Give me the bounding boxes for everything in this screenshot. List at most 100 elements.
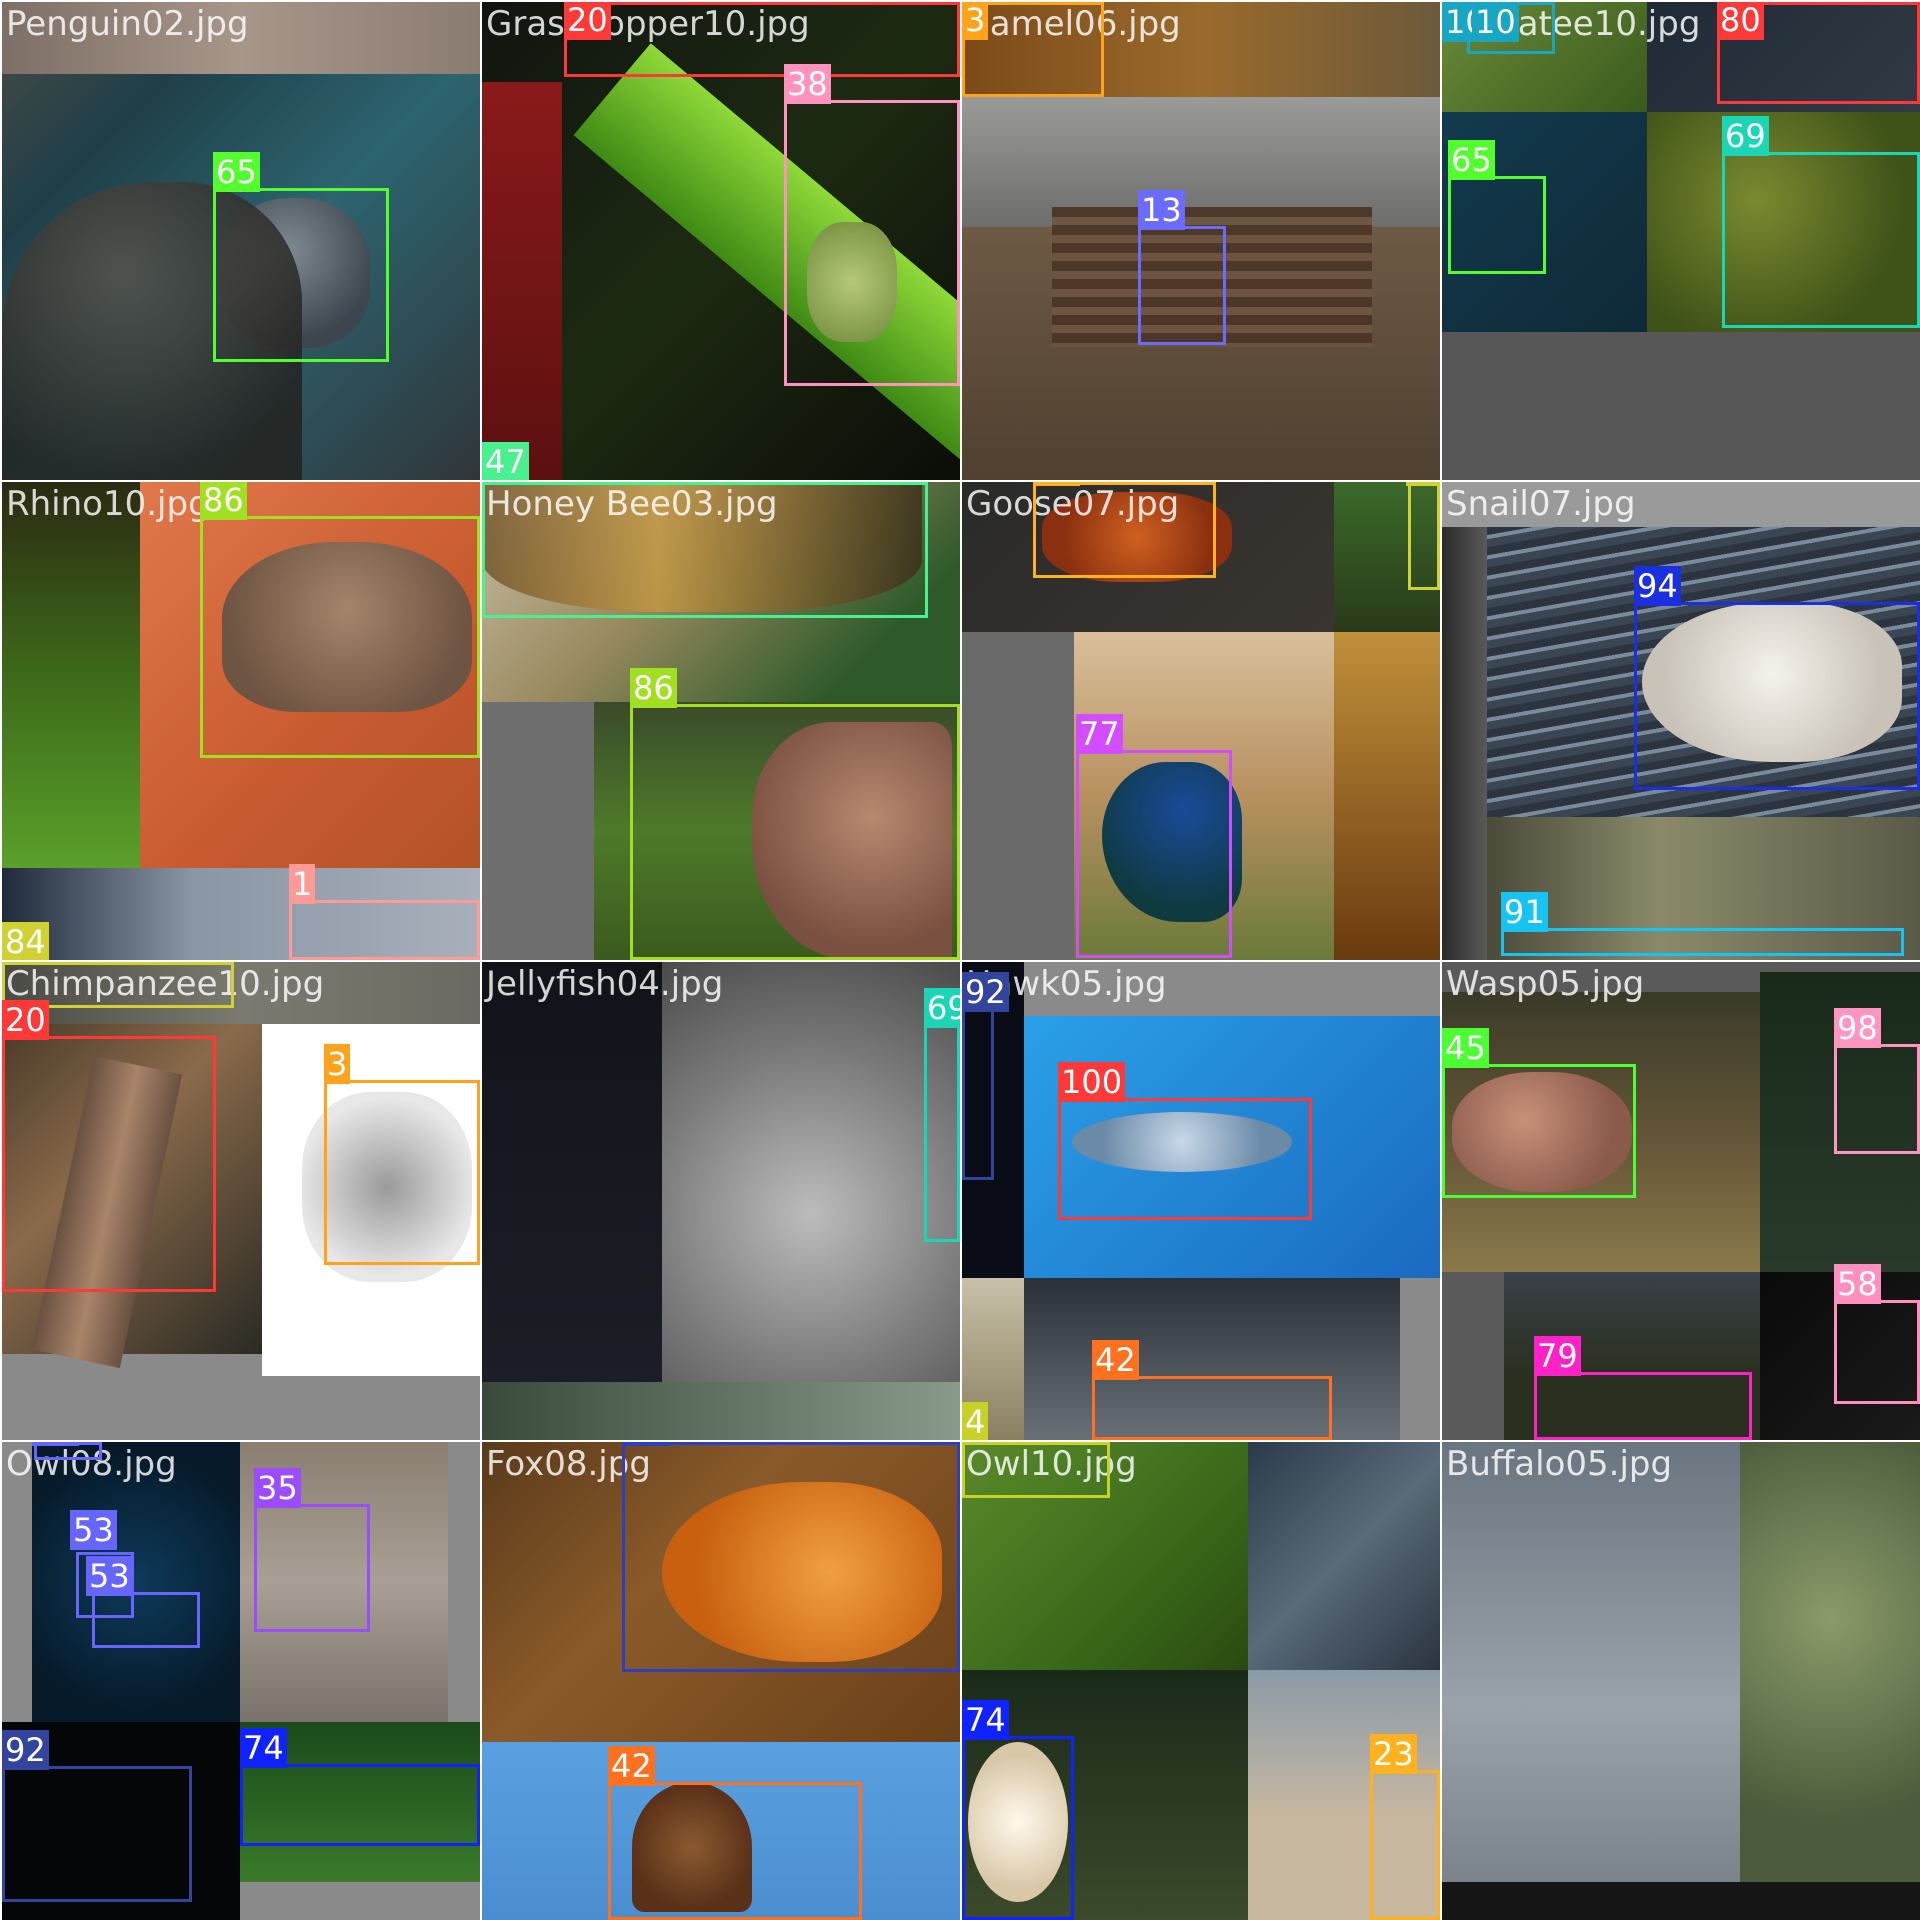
bbox-label-3: 3 [324, 1044, 351, 1084]
bbox-84 [1408, 482, 1440, 590]
bbox-65 [1448, 176, 1546, 274]
sky-image [1442, 1442, 1740, 1882]
bbox-label-32: 32 [622, 1442, 669, 1446]
tile-chimpanzee10: Chimpanzee10.jpg 20 3 [2, 962, 480, 1440]
bbox-23 [1033, 482, 1216, 578]
bbox-label-74: 74 [240, 1728, 287, 1768]
bbox-label-1: 1 [289, 864, 316, 904]
bottom-strip [482, 1382, 960, 1440]
bbox-3 [324, 1080, 480, 1265]
bbox-label-20: 20 [564, 2, 611, 40]
filename-label: Rhino10.jpg [6, 484, 210, 524]
bbox-69 [1722, 152, 1920, 328]
tile-owl08: Owl08.jpg 53 53 53 35 92 74 [2, 1442, 480, 1920]
bbox-label-91: 91 [1501, 892, 1548, 932]
bbox-label-23: 23 [1370, 1734, 1417, 1774]
bbox-label-53: 53 [32, 1442, 79, 1446]
bbox-20 [2, 1036, 216, 1292]
tile-honeybee03: Honey Bee03.jpg 86 [482, 482, 960, 960]
bbox-100 [1058, 1098, 1312, 1220]
bbox-label-53: 53 [86, 1556, 133, 1596]
grass-left [2, 482, 140, 868]
filename-label: Snail07.jpg [1446, 484, 1636, 524]
bbox-label-80: 80 [1717, 2, 1764, 40]
bbox-label-84: 84 [2, 922, 49, 960]
bbox-label-77: 77 [1076, 714, 1123, 754]
tile-manatee10: Manatee10.jpg 10 10 80 65 69 [1442, 2, 1920, 480]
tile-goose07: Goose07.jpg 23 84 77 [962, 482, 1440, 960]
bbox-20 [564, 2, 960, 77]
bbox-label-98: 98 [1834, 1008, 1881, 1048]
bbox-label-4: 4 [962, 1402, 989, 1440]
bbox-label-53: 53 [70, 1510, 117, 1550]
filename-label: Wasp05.jpg [1446, 964, 1645, 1004]
right-image [1334, 632, 1440, 960]
bbox-35 [254, 1504, 370, 1632]
bbox-74 [962, 1736, 1074, 1920]
bbox-label-23: 23 [1033, 482, 1080, 486]
bbox-label-92: 92 [2, 1730, 49, 1770]
bbox-69 [924, 1024, 960, 1242]
bbox-38 [784, 100, 960, 386]
tile-buffalo05: Buffalo05.jpg [1442, 1442, 1920, 1920]
bbox-label-84: 84 [1406, 482, 1440, 486]
bbox-label-86: 86 [630, 668, 677, 708]
bbox-label-65: 65 [213, 152, 260, 192]
bbox-92 [962, 1008, 994, 1180]
bbox-label-79: 79 [1534, 1336, 1581, 1376]
bbox-label-74: 74 [962, 1700, 1009, 1740]
filename-label: Penguin02.jpg [6, 4, 249, 44]
bbox-label-42: 42 [608, 1746, 655, 1786]
bbox-13 [1138, 226, 1226, 345]
bbox-label-20: 20 [2, 1000, 49, 1040]
bbox-4 [962, 1442, 1110, 1498]
bbox-98 [1834, 1044, 1920, 1154]
bbox-53 [92, 1592, 200, 1648]
bbox-label-100: 100 [1058, 1062, 1126, 1102]
bbox-label-13: 13 [1138, 190, 1185, 230]
bbox-label-86: 86 [200, 482, 247, 520]
bbox-94 [1634, 602, 1920, 790]
fence-strip [1442, 527, 1487, 960]
bbox-92 [2, 1766, 192, 1902]
tile-jellyfish04: Jellyfish04.jpg 69 [482, 962, 960, 1440]
bbox-42 [1092, 1376, 1332, 1440]
tile-hawk05: Hawk05.jpg 92 100 42 4 [962, 962, 1440, 1440]
bbox-label-65: 65 [1448, 140, 1495, 180]
tile-grasshopper10: Grasshopper10.jpg 20 38 47 [482, 2, 960, 480]
bbox-58 [1834, 1300, 1920, 1404]
tile-fox08: Fox08.jpg 32 42 [482, 1442, 960, 1920]
bbox-label-10: 10 [1472, 2, 1519, 42]
dark-left [482, 962, 662, 1382]
bottom-strip [1442, 1882, 1920, 1920]
bbox-86 [200, 516, 480, 758]
bbox-label-35: 35 [254, 1468, 301, 1508]
bbox-86 [630, 704, 960, 960]
bbox-1 [289, 900, 480, 960]
bbox-label-69: 69 [924, 988, 960, 1028]
bbox-label-38: 38 [784, 64, 831, 104]
blurred-field [1740, 1442, 1920, 1882]
bbox-32 [622, 1442, 960, 1672]
bbox-42 [608, 1782, 862, 1920]
bbox-label-58: 58 [1834, 1264, 1881, 1304]
bbox-label-94: 94 [1634, 566, 1681, 606]
rock-image [662, 962, 960, 1382]
bbox-74 [240, 1764, 480, 1846]
bbox-91 [1501, 928, 1904, 956]
bbox-45 [1442, 1064, 1636, 1198]
jellyfish-image [32, 1442, 240, 1722]
red-strip [482, 82, 562, 480]
tile-penguin02: Penguin02.jpg 65 [2, 2, 480, 480]
bbox-77 [1076, 750, 1232, 958]
bbox-label-3: 3 [962, 2, 989, 40]
detection-mosaic: Penguin02.jpg 65 Grasshopper10.jpg 20 38… [0, 0, 1920, 1920]
filename-label: Buffalo05.jpg [1446, 1444, 1673, 1484]
tile-camel06: Camel06.jpg 3 13 [962, 2, 1440, 480]
tile-owl10: Owl10.jpg 74 23 [962, 1442, 1440, 1920]
bbox-label-69: 69 [1722, 116, 1769, 156]
water-image [1248, 1442, 1440, 1670]
bbox-label-47: 47 [482, 442, 529, 480]
bbox-23 [1370, 1770, 1440, 1920]
tile-rhino10: Rhino10.jpg 86 1 84 [2, 482, 480, 960]
